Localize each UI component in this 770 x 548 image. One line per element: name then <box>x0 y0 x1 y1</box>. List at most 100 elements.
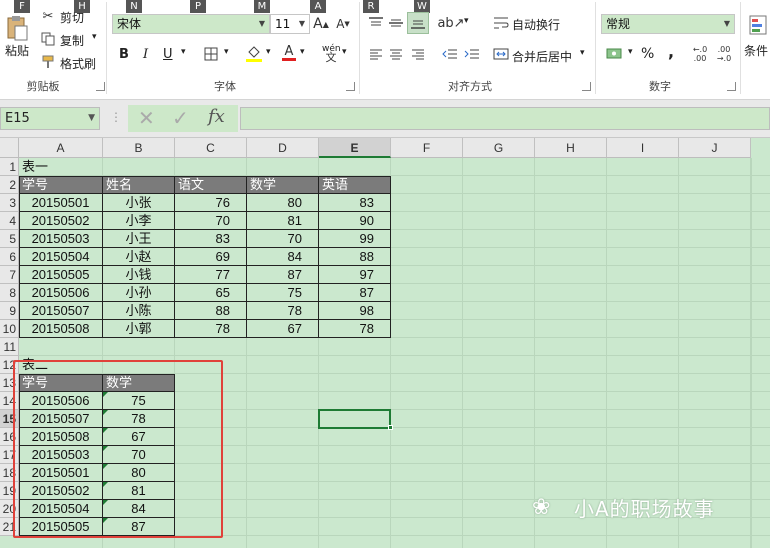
column-header-d[interactable]: D <box>247 138 319 158</box>
font-size-select[interactable]: 11 ▼ <box>270 14 310 34</box>
select-all-corner[interactable] <box>0 138 19 158</box>
align-middle-icon[interactable] <box>386 14 406 32</box>
cut-button[interactable]: 剪切 <box>60 9 84 26</box>
table1-cell[interactable]: 小王 <box>103 230 174 248</box>
row-header[interactable]: 17 <box>0 446 19 464</box>
table1-cell[interactable]: 78 <box>319 320 390 338</box>
table2-cell[interactable]: 87 <box>103 518 174 536</box>
cancel-icon[interactable]: ✕ <box>138 106 155 130</box>
table1-cell[interactable]: 小张 <box>103 194 174 212</box>
copy-icon[interactable] <box>40 31 56 47</box>
table1-cell[interactable]: 97 <box>319 266 390 284</box>
row-header[interactable]: 11 <box>0 338 19 356</box>
percent-button[interactable]: % <box>641 46 654 62</box>
table1-cell[interactable]: 83 <box>319 194 390 212</box>
table1-cell[interactable]: 76 <box>175 194 246 212</box>
table1-cell[interactable]: 20150507 <box>19 302 102 320</box>
enter-icon[interactable]: ✓ <box>172 106 189 130</box>
table1-cell[interactable]: 75 <box>247 284 318 302</box>
name-box[interactable]: E15 ▼ <box>0 107 100 130</box>
chevron-down-icon[interactable]: ▾ <box>580 48 585 58</box>
table1-cell[interactable]: 65 <box>175 284 246 302</box>
shrink-font-icon[interactable]: A ▼ <box>334 14 352 34</box>
row-header[interactable]: 20 <box>0 500 19 518</box>
table1-header-cell[interactable]: 学号 <box>19 176 102 194</box>
italic-button[interactable]: I <box>143 47 148 62</box>
row-header[interactable]: 21 <box>0 518 19 536</box>
table2-cell[interactable]: 20150508 <box>19 428 102 446</box>
table1-cell[interactable]: 88 <box>175 302 246 320</box>
paste-button[interactable]: 粘贴 <box>5 42 29 59</box>
row-header[interactable]: 19 <box>0 482 19 500</box>
align-bottom-icon[interactable] <box>407 12 429 34</box>
table2-cell[interactable]: 78 <box>103 410 174 428</box>
table2-cell[interactable]: 20150503 <box>19 446 102 464</box>
orientation-icon[interactable]: ab↗ <box>437 14 464 32</box>
table1-cell[interactable]: 80 <box>247 194 318 212</box>
row-header[interactable]: 1 <box>0 158 19 176</box>
table2-header-cell[interactable]: 数学 <box>103 374 174 392</box>
row-header[interactable]: 14 <box>0 392 19 410</box>
table1-cell[interactable]: 77 <box>175 266 246 284</box>
chevron-down-icon[interactable]: ▾ <box>342 47 347 57</box>
table2-cell[interactable]: 20150502 <box>19 482 102 500</box>
increase-decimal-icon[interactable]: ←.0.00 <box>690 44 710 64</box>
chevron-down-icon[interactable]: ▾ <box>224 47 229 57</box>
table2-cell[interactable]: 20150507 <box>19 410 102 428</box>
chevron-down-icon[interactable]: ▾ <box>300 47 305 57</box>
format-painter-icon[interactable] <box>40 54 56 70</box>
font-name-select[interactable]: 宋体 ▼ <box>112 14 270 34</box>
table2-cell[interactable]: 84 <box>103 500 174 518</box>
column-header-h[interactable]: H <box>535 138 607 158</box>
conditional-format-icon[interactable] <box>748 14 768 36</box>
column-header-i[interactable]: I <box>607 138 679 158</box>
table1-cell[interactable]: 小李 <box>103 212 174 230</box>
table2-cell[interactable]: 20150501 <box>19 464 102 482</box>
insert-function-button[interactable]: fx <box>208 106 225 127</box>
table1-cell[interactable]: 20150504 <box>19 248 102 266</box>
column-header-g[interactable]: G <box>463 138 535 158</box>
row-header[interactable]: 7 <box>0 266 19 284</box>
table2-cell[interactable]: 75 <box>103 392 174 410</box>
format-painter-button[interactable]: 格式刷 <box>60 55 96 72</box>
table2-cell[interactable]: 20150504 <box>19 500 102 518</box>
fill-handle[interactable] <box>388 425 393 430</box>
table2-cell[interactable]: 20150505 <box>19 518 102 536</box>
table1-header-cell[interactable]: 姓名 <box>103 176 174 194</box>
table1-cell[interactable]: 87 <box>247 266 318 284</box>
font-color-icon[interactable]: A <box>280 43 298 63</box>
row-header[interactable]: 16 <box>0 428 19 446</box>
conditional-format-button[interactable]: 条件 <box>744 42 768 59</box>
table2-cell[interactable]: 70 <box>103 446 174 464</box>
wrap-text-button[interactable]: 自动换行 <box>512 16 560 33</box>
row-header[interactable]: 10 <box>0 320 19 338</box>
decrease-indent-icon[interactable] <box>440 46 460 62</box>
table1-cell[interactable]: 20150503 <box>19 230 102 248</box>
dialog-launcher-icon[interactable] <box>96 82 105 91</box>
underline-button[interactable]: U <box>163 47 173 62</box>
table1-cell[interactable]: 20150506 <box>19 284 102 302</box>
row-header[interactable]: 18 <box>0 464 19 482</box>
table1-cell[interactable]: 小陈 <box>103 302 174 320</box>
column-header-e[interactable]: E <box>319 138 391 158</box>
table1-cell[interactable]: 69 <box>175 248 246 266</box>
table2-cell[interactable]: 20150506 <box>19 392 102 410</box>
worksheet-grid[interactable]: A B C D E F G H I J 1 2 3 4 5 6 7 8 9 10 11 12 13 14 15 16 17 18 19 2… <box>0 138 770 548</box>
table1-cell[interactable]: 67 <box>247 320 318 338</box>
currency-icon[interactable] <box>604 46 626 62</box>
table1-cell[interactable]: 78 <box>175 320 246 338</box>
table1-cell[interactable]: 84 <box>247 248 318 266</box>
table2-cell[interactable]: 80 <box>103 464 174 482</box>
table1-cell[interactable]: 小孙 <box>103 284 174 302</box>
dialog-launcher-icon[interactable] <box>727 82 736 91</box>
table2-title[interactable]: 表二 <box>19 356 119 374</box>
table1-header-cell[interactable]: 语文 <box>175 176 246 194</box>
merge-center-button[interactable]: 合并后居中 <box>512 48 572 65</box>
table1-cell[interactable]: 88 <box>319 248 390 266</box>
bold-button[interactable]: B <box>119 47 129 62</box>
row-header[interactable]: 9 <box>0 302 19 320</box>
fill-color-icon[interactable] <box>244 43 264 63</box>
dialog-launcher-icon[interactable] <box>346 82 355 91</box>
scissors-icon[interactable]: ✂ <box>40 8 56 24</box>
wrap-text-icon[interactable] <box>492 14 510 32</box>
